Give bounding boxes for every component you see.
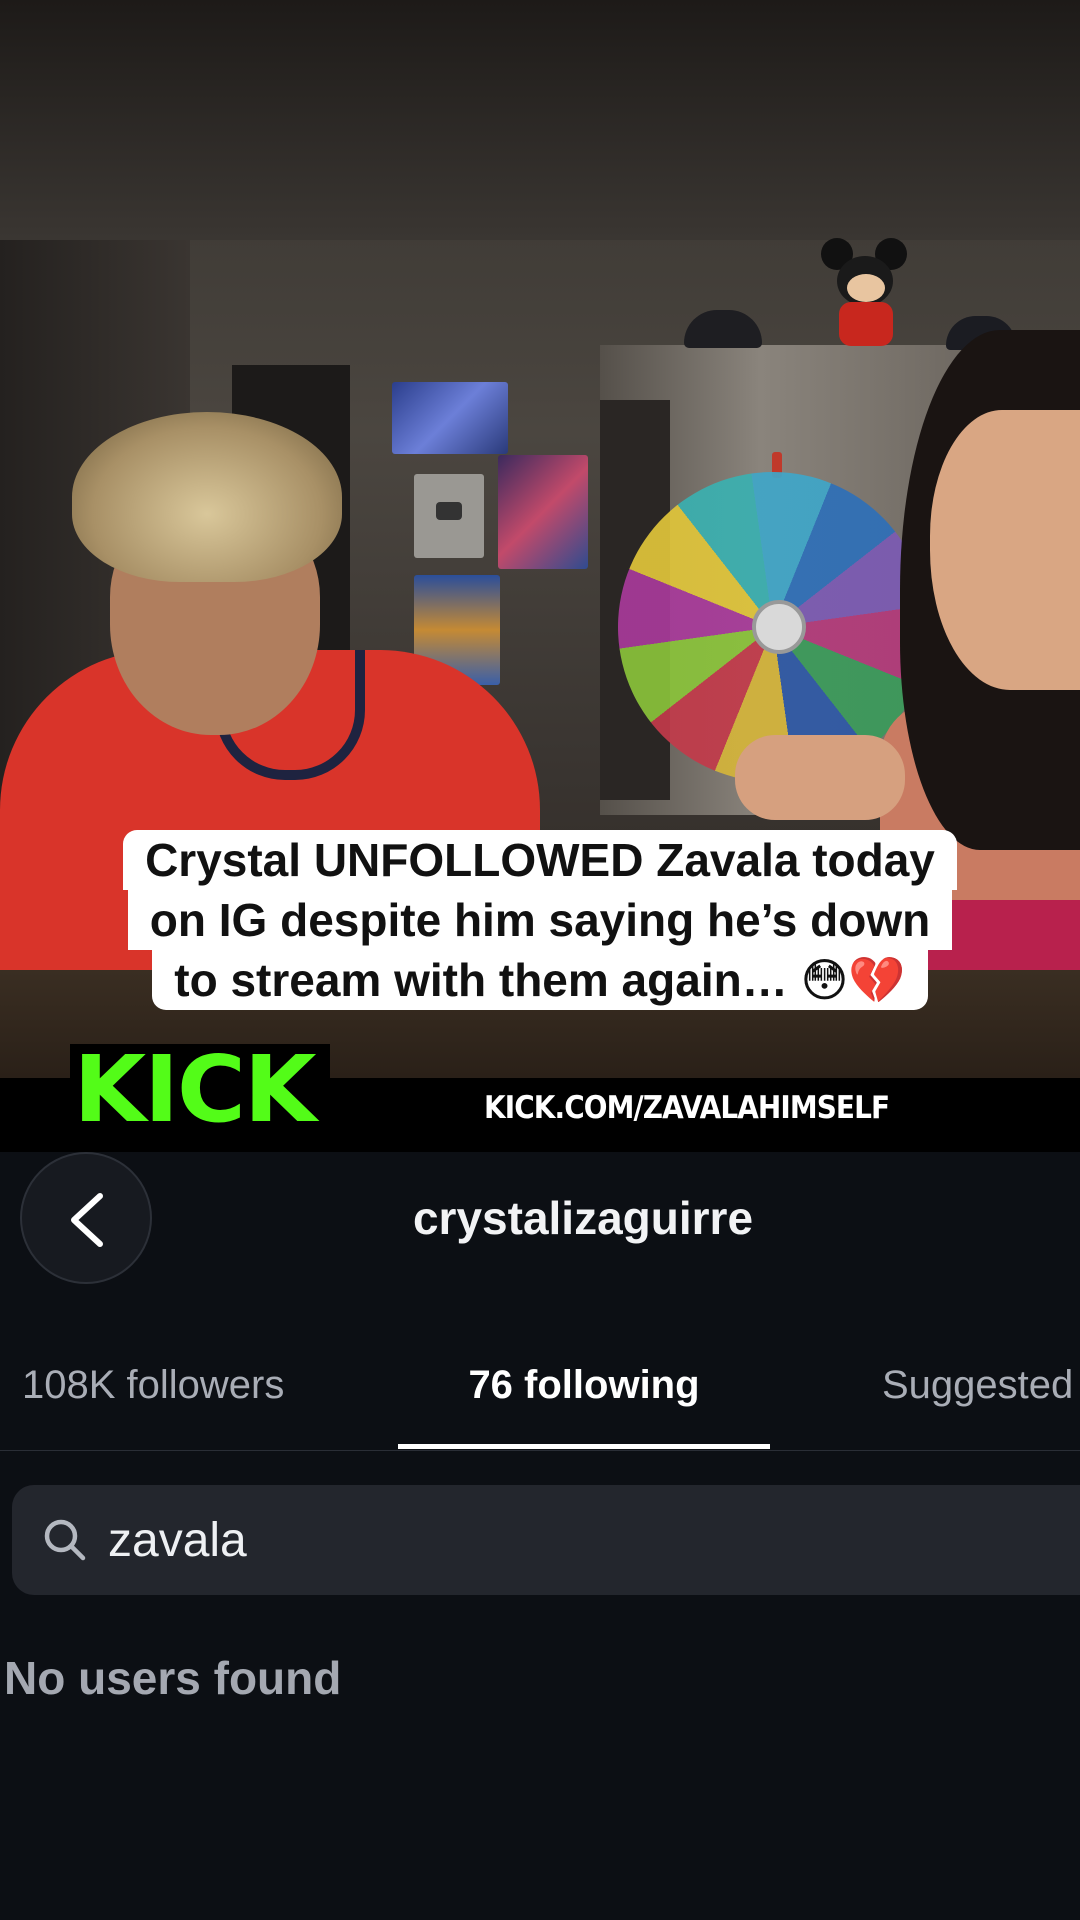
wall-poster <box>498 455 588 569</box>
follow-tabs: 108K followers 76 following Suggested <box>0 1340 1080 1450</box>
chevron-left-icon <box>71 1193 103 1247</box>
wheel-hub <box>752 600 806 654</box>
tab-following[interactable]: 76 following <box>398 1360 770 1410</box>
kick-logo: KICK <box>73 1036 317 1143</box>
search-icon <box>44 1519 86 1561</box>
video-caption: Crystal UNFOLLOWED Zavala today on IG de… <box>0 830 1080 1010</box>
kick-url: KICK.COM/ZAVALAHIMSELF <box>484 1090 890 1126</box>
divider <box>0 1450 1080 1451</box>
back-button[interactable] <box>20 1152 152 1284</box>
cap <box>684 310 762 348</box>
tab-followers[interactable]: 108K followers <box>22 1360 284 1410</box>
ceiling <box>0 0 1080 240</box>
caption-line: Crystal UNFOLLOWED Zavala today <box>123 830 957 890</box>
mickey-plush <box>815 238 915 346</box>
active-tab-indicator <box>398 1444 770 1449</box>
caption-line: on IG despite him saying he’s down <box>127 890 953 950</box>
hand <box>735 735 905 820</box>
search-input[interactable] <box>108 1511 1008 1569</box>
play-button-plaque <box>414 474 484 558</box>
caption-line: to stream with them again… 😳💔 <box>152 950 928 1010</box>
empty-state-message: No users found <box>4 1652 342 1704</box>
profile-username: crystalizaguirre <box>412 1192 754 1244</box>
wall-poster <box>392 382 508 454</box>
search-bar[interactable] <box>12 1485 1080 1595</box>
tab-suggested[interactable]: Suggested <box>882 1360 1073 1410</box>
